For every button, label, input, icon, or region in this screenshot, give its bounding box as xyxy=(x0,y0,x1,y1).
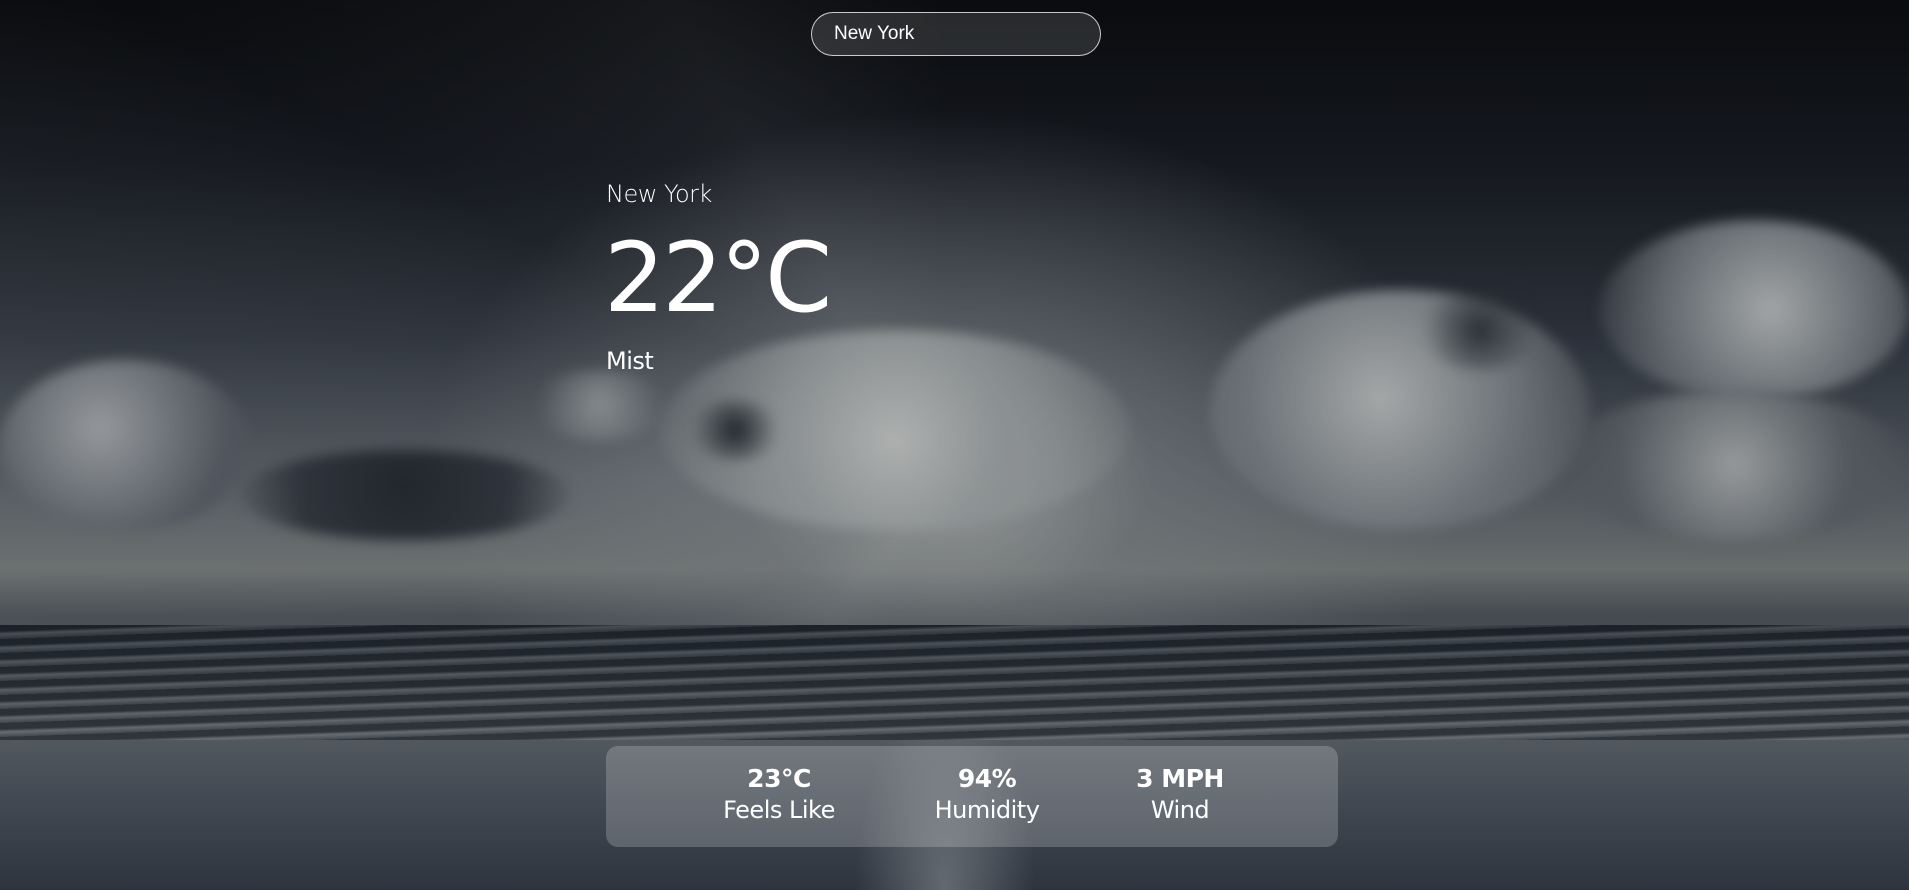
background-scene: New York 22°C Mist 23°C Feels Like 94% H… xyxy=(0,0,1909,890)
weather-condition: Mist xyxy=(606,347,654,375)
feels-like-value: 23°C xyxy=(747,764,811,793)
humidity-value: 94% xyxy=(957,764,1017,793)
temperature: 22°C xyxy=(604,222,832,334)
stat-wind: 3 MPH Wind xyxy=(1136,764,1224,826)
feels-like-label: Feels Like xyxy=(723,796,835,824)
wind-value: 3 MPH xyxy=(1136,764,1224,793)
stat-feels-like: 23°C Feels Like xyxy=(723,764,835,826)
humidity-label: Humidity xyxy=(934,796,1040,824)
search-input[interactable] xyxy=(811,12,1101,56)
wind-label: Wind xyxy=(1150,796,1210,824)
weather-stats-panel: 23°C Feels Like 94% Humidity 3 MPH Wind xyxy=(606,746,1338,847)
stat-humidity: 94% Humidity xyxy=(935,764,1040,826)
location-name: New York xyxy=(606,180,712,208)
search-bar xyxy=(811,12,1101,56)
